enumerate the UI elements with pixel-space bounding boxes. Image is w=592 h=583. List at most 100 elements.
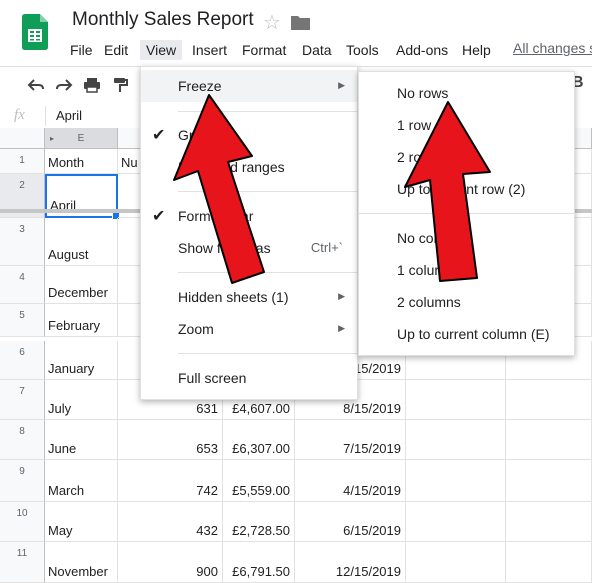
table-cell[interactable]: 900 xyxy=(118,542,223,583)
table-cell[interactable]: 4/15/2019 xyxy=(295,460,406,502)
freeze-1-row[interactable]: 1 row xyxy=(359,109,574,141)
view-menu-freeze[interactable]: Freeze ▶ xyxy=(141,70,357,102)
table-cell[interactable]: £5,559.00 xyxy=(223,460,295,502)
freeze-up-to-current-row[interactable]: Up to current row (2) xyxy=(359,173,574,205)
view-menu-gridlines[interactable]: ✔ Gridlines xyxy=(141,119,357,151)
table-cell[interactable]: August xyxy=(45,218,118,266)
row-header[interactable]: 6 xyxy=(0,341,45,380)
table-cell[interactable] xyxy=(406,542,506,583)
freeze-no-columns[interactable]: No columns xyxy=(359,222,574,254)
redo-icon[interactable] xyxy=(55,76,73,94)
row-header[interactable]: 9 xyxy=(0,460,45,502)
menu-tools[interactable]: Tools xyxy=(340,40,385,60)
row-header[interactable]: 10 xyxy=(0,502,45,542)
menu-item-label: Up to current row (2) xyxy=(397,181,526,197)
menu-view[interactable]: View xyxy=(140,40,183,60)
table-cell[interactable]: December xyxy=(45,266,118,304)
row-header[interactable]: 1 xyxy=(0,149,45,174)
menu-item-label: Hidden sheets (1) xyxy=(178,289,289,305)
view-menu-dropdown: Freeze ▶ ✔ Gridlines Protected ranges ✔ … xyxy=(140,66,358,400)
table-cell[interactable]: Month xyxy=(45,149,118,174)
menu-item-label: 2 rows xyxy=(397,149,439,165)
row-header[interactable]: 8 xyxy=(0,420,45,460)
menu-item-label: Gridlines xyxy=(178,127,234,143)
menu-format[interactable]: Format xyxy=(236,40,292,60)
select-all-corner[interactable] xyxy=(0,128,45,149)
view-menu-zoom[interactable]: Zoom ▶ xyxy=(141,313,357,345)
menu-item-label: 1 row xyxy=(397,117,432,133)
table-cell[interactable]: 653 xyxy=(118,420,223,460)
formula-bar-divider xyxy=(45,106,46,126)
table-cell[interactable]: 742 xyxy=(118,460,223,502)
menu-insert[interactable]: Insert xyxy=(186,40,233,60)
table-cell[interactable] xyxy=(506,460,592,502)
row-header[interactable]: 4 xyxy=(0,266,45,304)
table-cell[interactable] xyxy=(506,380,592,420)
table-cell[interactable]: 6/15/2019 xyxy=(295,502,406,542)
view-menu-formula-bar[interactable]: ✔ Formula bar xyxy=(141,200,357,232)
row-header[interactable]: 3 xyxy=(0,218,45,266)
date-value: 7/15/2019 xyxy=(343,441,401,456)
table-cell[interactable]: June xyxy=(45,420,118,460)
amount-value: £4,607.00 xyxy=(232,401,290,416)
menu-divider xyxy=(178,353,358,354)
table-cell[interactable] xyxy=(406,502,506,542)
table-cell[interactable] xyxy=(506,502,592,542)
print-icon[interactable] xyxy=(83,76,101,94)
menu-edit[interactable]: Edit xyxy=(98,40,134,60)
folder-icon[interactable] xyxy=(291,15,310,30)
table-cell[interactable]: £6,307.00 xyxy=(223,420,295,460)
date-value: 12/15/2019 xyxy=(335,564,401,579)
units-value: 900 xyxy=(196,564,218,579)
menu-divider xyxy=(178,272,358,273)
table-cell[interactable]: February xyxy=(45,304,118,337)
menu-item-shortcut: Ctrl+` xyxy=(310,240,343,255)
month-value: May xyxy=(48,523,73,538)
table-cell[interactable]: 7/15/2019 xyxy=(295,420,406,460)
undo-icon[interactable] xyxy=(27,76,45,94)
freeze-no-rows[interactable]: No rows xyxy=(359,77,574,109)
month-value: June xyxy=(48,441,77,456)
column-header-e[interactable]: ▸ E xyxy=(45,128,118,149)
view-menu-protected-ranges[interactable]: Protected ranges xyxy=(141,151,357,183)
paint-format-icon[interactable] xyxy=(111,76,129,94)
formula-input[interactable]: April xyxy=(56,108,82,123)
row-header[interactable]: 5 xyxy=(0,304,45,337)
view-menu-full-screen[interactable]: Full screen xyxy=(141,362,357,394)
sheets-logo-icon[interactable] xyxy=(22,14,48,50)
menu-add-ons[interactable]: Add-ons xyxy=(390,40,454,60)
table-cell[interactable]: November xyxy=(45,542,118,583)
submenu-arrow-icon: ▶ xyxy=(338,291,345,301)
star-icon[interactable]: ☆ xyxy=(263,10,281,35)
amount-value: £2,728.50 xyxy=(232,523,290,538)
table-cell[interactable] xyxy=(406,380,506,420)
row-header[interactable]: 11 xyxy=(0,542,45,583)
table-cell[interactable]: 432 xyxy=(118,502,223,542)
table-cell[interactable] xyxy=(406,420,506,460)
table-cell[interactable]: July xyxy=(45,380,118,420)
document-title[interactable]: Monthly Sales Report xyxy=(72,9,254,31)
table-cell[interactable]: January xyxy=(45,341,118,380)
menu-file[interactable]: File xyxy=(64,40,99,60)
table-cell[interactable] xyxy=(506,542,592,583)
menu-help[interactable]: Help xyxy=(456,40,497,60)
freeze-2-columns[interactable]: 2 columns xyxy=(359,286,574,318)
row-header[interactable]: 7 xyxy=(0,380,45,420)
table-cell[interactable]: 12/15/2019 xyxy=(295,542,406,583)
table-cell[interactable] xyxy=(406,460,506,502)
table-cell[interactable]: May xyxy=(45,502,118,542)
table-cell[interactable]: £2,728.50 xyxy=(223,502,295,542)
checkmark-icon: ✔ xyxy=(152,208,166,225)
amount-value: £5,559.00 xyxy=(232,483,290,498)
freeze-1-column[interactable]: 1 column xyxy=(359,254,574,286)
table-cell[interactable]: £6,791.50 xyxy=(223,542,295,583)
menu-data[interactable]: Data xyxy=(296,40,338,60)
table-cell[interactable]: March xyxy=(45,460,118,502)
view-menu-hidden-sheets[interactable]: Hidden sheets (1) ▶ xyxy=(141,281,357,313)
all-changes-saved-link[interactable]: All changes s xyxy=(513,40,592,56)
freeze-up-to-current-column[interactable]: Up to current column (E) xyxy=(359,318,574,350)
table-cell[interactable] xyxy=(506,420,592,460)
freeze-2-rows[interactable]: 2 rows xyxy=(359,141,574,173)
view-menu-show-formulas[interactable]: Show formulas Ctrl+` xyxy=(141,232,357,264)
menu-item-label: Protected ranges xyxy=(178,159,285,175)
